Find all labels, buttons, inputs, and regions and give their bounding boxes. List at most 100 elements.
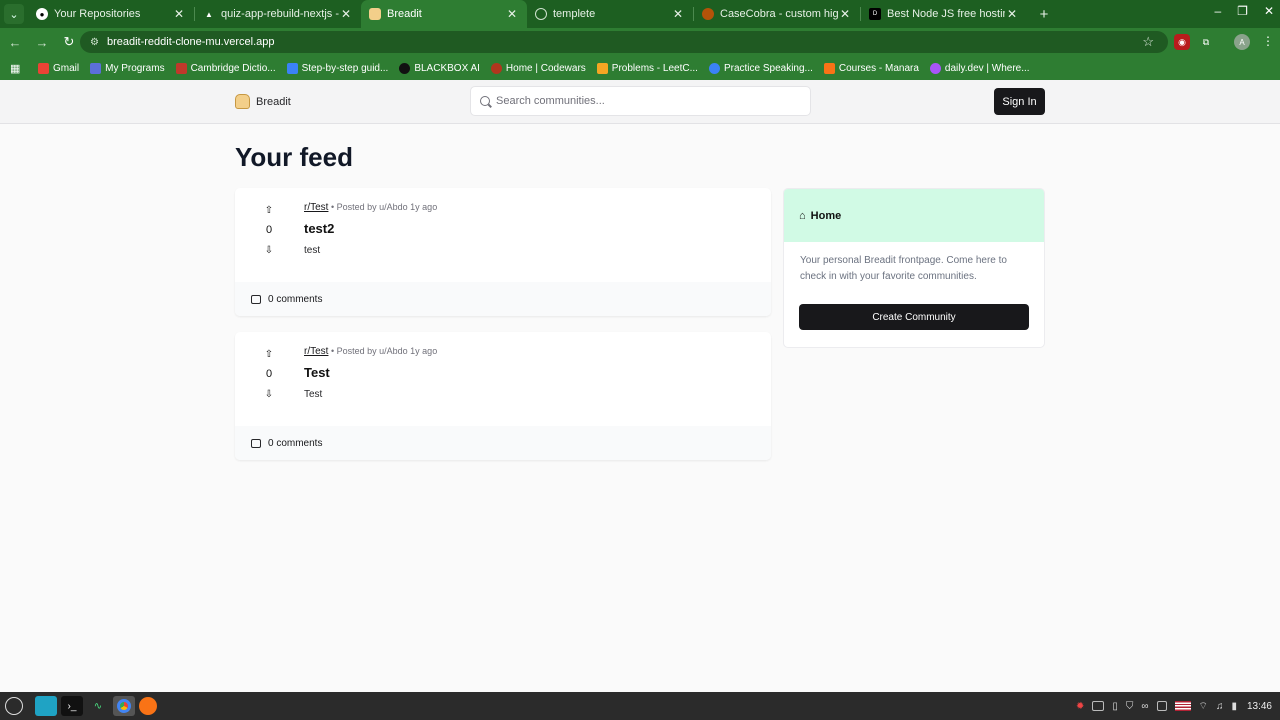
chrome-icon[interactable] (113, 696, 135, 716)
usb-icon[interactable]: ▯ (1112, 701, 1118, 712)
bookmark-favicon-icon (90, 62, 102, 74)
shield-icon[interactable]: ⛉ (1126, 701, 1134, 712)
minimize-icon[interactable]: – (1214, 4, 1221, 18)
bookmark-label: Gmail (53, 62, 80, 74)
logo-link[interactable]: Breadit (235, 94, 291, 109)
comment-count: 0 comments (268, 437, 323, 449)
window-controls: – ❐ ✕ (1214, 4, 1274, 18)
vote-count: 0 (265, 368, 273, 380)
tab-search-icon[interactable]: ⌄ (4, 4, 24, 24)
bookmark-item[interactable]: Home | Codewars (490, 62, 586, 74)
link-icon[interactable]: ∞ (1141, 701, 1148, 712)
tab-title: CaseCobra - custom high-qu (720, 8, 838, 20)
bookmark-label: Courses - Manara (838, 62, 919, 74)
bookmark-item[interactable]: Gmail (38, 62, 80, 74)
music-icon[interactable]: ♫ (1216, 701, 1224, 712)
bookmark-item[interactable]: Problems - LeetC... (596, 62, 698, 74)
post-title[interactable]: Test (304, 365, 330, 380)
globe-icon (535, 8, 547, 20)
notification-icon[interactable]: ✹ (1076, 701, 1084, 712)
new-tab-icon[interactable]: + (1033, 6, 1055, 23)
bookmark-item[interactable]: Courses - Manara (823, 62, 919, 74)
browser-tab[interactable]: ● Your Repositories ✕ (28, 0, 194, 28)
forward-icon[interactable]: → (30, 35, 54, 50)
subreddit-link[interactable]: r/Test (304, 202, 328, 213)
bookmark-item[interactable]: Cambridge Dictio... (175, 62, 276, 74)
bookmark-label: BLACKBOX AI (414, 62, 480, 74)
sign-in-button[interactable]: Sign In (994, 88, 1045, 115)
site-info-icon[interactable]: ⚙ (90, 37, 99, 48)
extension-icon[interactable]: ◉ (1174, 34, 1190, 50)
bookmark-item[interactable]: Step-by-step guid... (286, 62, 389, 74)
close-icon[interactable]: ✕ (838, 7, 852, 21)
files-icon[interactable] (35, 696, 57, 716)
upvote-icon[interactable]: ⇧ (262, 348, 276, 362)
start-menu-icon[interactable] (5, 697, 23, 715)
post-title[interactable]: test2 (304, 221, 334, 236)
terminal-icon[interactable]: ›_ (61, 696, 83, 716)
profile-initial: A (1239, 37, 1245, 47)
downvote-icon[interactable]: ⇩ (262, 244, 276, 258)
subreddit-link[interactable]: r/Test (304, 346, 328, 357)
browser-tab[interactable]: D Best Node JS free hosting se ✕ (861, 0, 1027, 28)
clipboard-icon[interactable] (1156, 701, 1167, 711)
maximize-icon[interactable]: ❐ (1237, 4, 1248, 18)
close-icon[interactable]: ✕ (339, 7, 353, 21)
bookmark-item[interactable]: My Programs (90, 62, 165, 74)
clock[interactable]: 13:46 (1247, 701, 1272, 712)
bookmark-label: Step-by-step guid... (301, 62, 389, 74)
profile-avatar[interactable]: A (1234, 34, 1250, 50)
app-icon[interactable] (139, 697, 157, 715)
tab-title: quiz-app-rebuild-nextjs - Ove (221, 8, 339, 20)
upvote-icon[interactable]: ⇧ (262, 204, 276, 218)
close-icon[interactable]: ✕ (671, 7, 685, 21)
vercel-icon: ▲ (205, 9, 213, 19)
reload-icon[interactable]: ↻ (57, 34, 81, 50)
vote-column: ⇧ 0 ⇩ (262, 348, 276, 402)
post-content: Test (304, 389, 323, 400)
bookmark-star-icon[interactable]: ☆ (1142, 34, 1154, 50)
system-monitor-icon[interactable]: ∿ (87, 696, 109, 716)
tab-title: Best Node JS free hosting se (887, 8, 1005, 20)
home-sidebar-card: ⌂ Home Your personal Breadit frontpage. … (783, 188, 1045, 348)
bookmark-label: Problems - LeetC... (611, 62, 698, 74)
close-icon[interactable]: ✕ (1005, 7, 1019, 21)
create-community-button[interactable]: Create Community (799, 304, 1029, 330)
keyboard-layout-flag-icon[interactable] (1174, 701, 1191, 711)
post-author-time: • Posted by u/Abdo 1y ago (330, 202, 438, 212)
post-author-time: • Posted by u/Abdo 1y ago (330, 346, 438, 356)
casecobra-icon (702, 8, 714, 20)
browser-tab[interactable]: templete ✕ (527, 0, 693, 28)
comment-icon (251, 294, 261, 304)
bookmark-favicon-icon (708, 62, 720, 74)
browser-tab[interactable]: CaseCobra - custom high-qu ✕ (694, 0, 860, 28)
extensions-puzzle-icon[interactable]: ⧉ (1198, 34, 1214, 50)
bookmark-item[interactable]: BLACKBOX AI (399, 62, 480, 74)
search-box[interactable] (470, 86, 811, 116)
menu-kebab-icon[interactable]: ⋮ (1262, 34, 1274, 48)
comments-link[interactable]: 0 comments (235, 426, 771, 460)
post-meta: r/Test • Posted by u/Abdo 1y ago (304, 346, 437, 357)
close-window-icon[interactable]: ✕ (1264, 4, 1274, 18)
address-bar[interactable]: ⚙ breadit-reddit-clone-mu.vercel.app ☆ (80, 31, 1168, 53)
display-icon[interactable] (1092, 701, 1105, 711)
bread-icon (235, 94, 250, 109)
sidebar-description: Your personal Breadit frontpage. Come he… (800, 255, 1007, 282)
downvote-icon[interactable]: ⇩ (262, 388, 276, 402)
browser-tab[interactable]: ▲ quiz-app-rebuild-nextjs - Ove ✕ (195, 0, 361, 28)
bookmark-item[interactable]: Practice Speaking... (708, 62, 813, 74)
close-icon[interactable]: ✕ (172, 7, 186, 21)
battery-icon[interactable]: ▮ (1231, 701, 1237, 712)
bookmark-favicon-icon (929, 62, 941, 74)
apps-grid-icon[interactable]: ▦ (10, 62, 24, 75)
bookmark-item[interactable]: daily.dev | Where... (929, 62, 1030, 74)
bookmark-favicon-icon (490, 62, 502, 74)
comments-link[interactable]: 0 comments (235, 282, 771, 316)
search-input[interactable] (496, 95, 810, 107)
browser-tab-active[interactable]: Breadit ✕ (361, 0, 527, 28)
close-icon[interactable]: ✕ (505, 7, 519, 21)
post-card[interactable]: ⇧ 0 ⇩ r/Test • Posted by u/Abdo 1y ago T… (235, 332, 771, 460)
post-card[interactable]: ⇧ 0 ⇩ r/Test • Posted by u/Abdo 1y ago t… (235, 188, 771, 316)
wifi-icon[interactable]: ⌔ (1199, 700, 1208, 713)
back-icon[interactable]: ← (3, 35, 27, 50)
